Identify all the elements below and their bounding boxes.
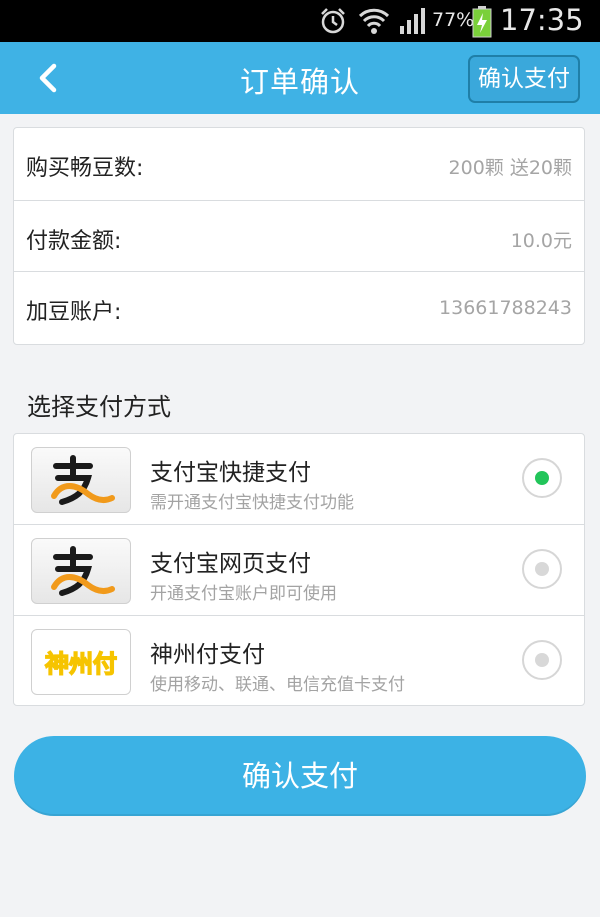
order-info-card: 购买畅豆数: 200颗 送20颗 付款金额: 10.0元 加豆账户: 13661…	[13, 127, 585, 345]
battery-charging-icon	[472, 6, 492, 42]
pay-method-alipay-quick[interactable]: 支付宝快捷支付 需开通支付宝快捷支付功能	[14, 434, 584, 524]
battery-percent: 77%	[432, 9, 475, 31]
info-label: 付款金额:	[26, 229, 122, 254]
info-row-beans: 购买畅豆数: 200颗 送20颗	[14, 128, 584, 200]
radio-selected[interactable]	[522, 458, 562, 498]
alipay-logo	[31, 447, 131, 513]
pay-method-alipay-web[interactable]: 支付宝网页支付 开通支付宝账户即可使用	[14, 524, 584, 615]
pay-method-shenzhoufu[interactable]: 神州付 神州付支付 使用移动、联通、电信充值卡支付	[14, 615, 584, 706]
nav-bar: 订单确认 确认支付	[0, 42, 600, 114]
info-label: 加豆账户:	[26, 300, 122, 325]
info-value: 10.0元	[510, 230, 572, 252]
clock-time: 17:35	[500, 3, 584, 37]
pay-method-title: 支付宝网页支付	[150, 551, 311, 577]
signal-icon	[398, 6, 428, 40]
info-row-account: 加豆账户: 13661788243	[14, 271, 584, 345]
shenzhoufu-logo: 神州付	[31, 629, 131, 695]
pay-method-desc: 使用移动、联通、电信充值卡支付	[150, 675, 405, 695]
pay-method-desc: 需开通支付宝快捷支付功能	[150, 493, 354, 513]
radio-dot	[535, 471, 549, 485]
radio-dot	[535, 653, 549, 667]
wifi-icon	[358, 6, 390, 40]
svg-text:神州付: 神州付	[45, 650, 117, 678]
confirm-pay-button[interactable]: 确认支付	[14, 736, 586, 816]
info-value: 13661788243	[439, 297, 572, 319]
radio-unselected[interactable]	[522, 640, 562, 680]
confirm-pay-header-button[interactable]: 确认支付	[468, 55, 580, 103]
radio-unselected[interactable]	[522, 549, 562, 589]
status-bar: 77% 17:35	[0, 0, 600, 42]
info-row-amount: 付款金额: 10.0元	[14, 200, 584, 271]
payment-methods-card: 支付宝快捷支付 需开通支付宝快捷支付功能 支付宝网页支付 开通支付宝账户即可使用…	[13, 433, 585, 706]
pay-method-title: 支付宝快捷支付	[150, 460, 311, 486]
info-label: 购买畅豆数:	[26, 156, 144, 181]
pay-method-title: 神州付支付	[150, 642, 265, 668]
info-value: 200颗 送20颗	[448, 157, 572, 179]
payment-section-title: 选择支付方式	[27, 393, 171, 421]
pay-method-desc: 开通支付宝账户即可使用	[150, 584, 337, 604]
radio-dot	[535, 562, 549, 576]
alipay-logo	[31, 538, 131, 604]
alarm-icon	[318, 6, 348, 40]
